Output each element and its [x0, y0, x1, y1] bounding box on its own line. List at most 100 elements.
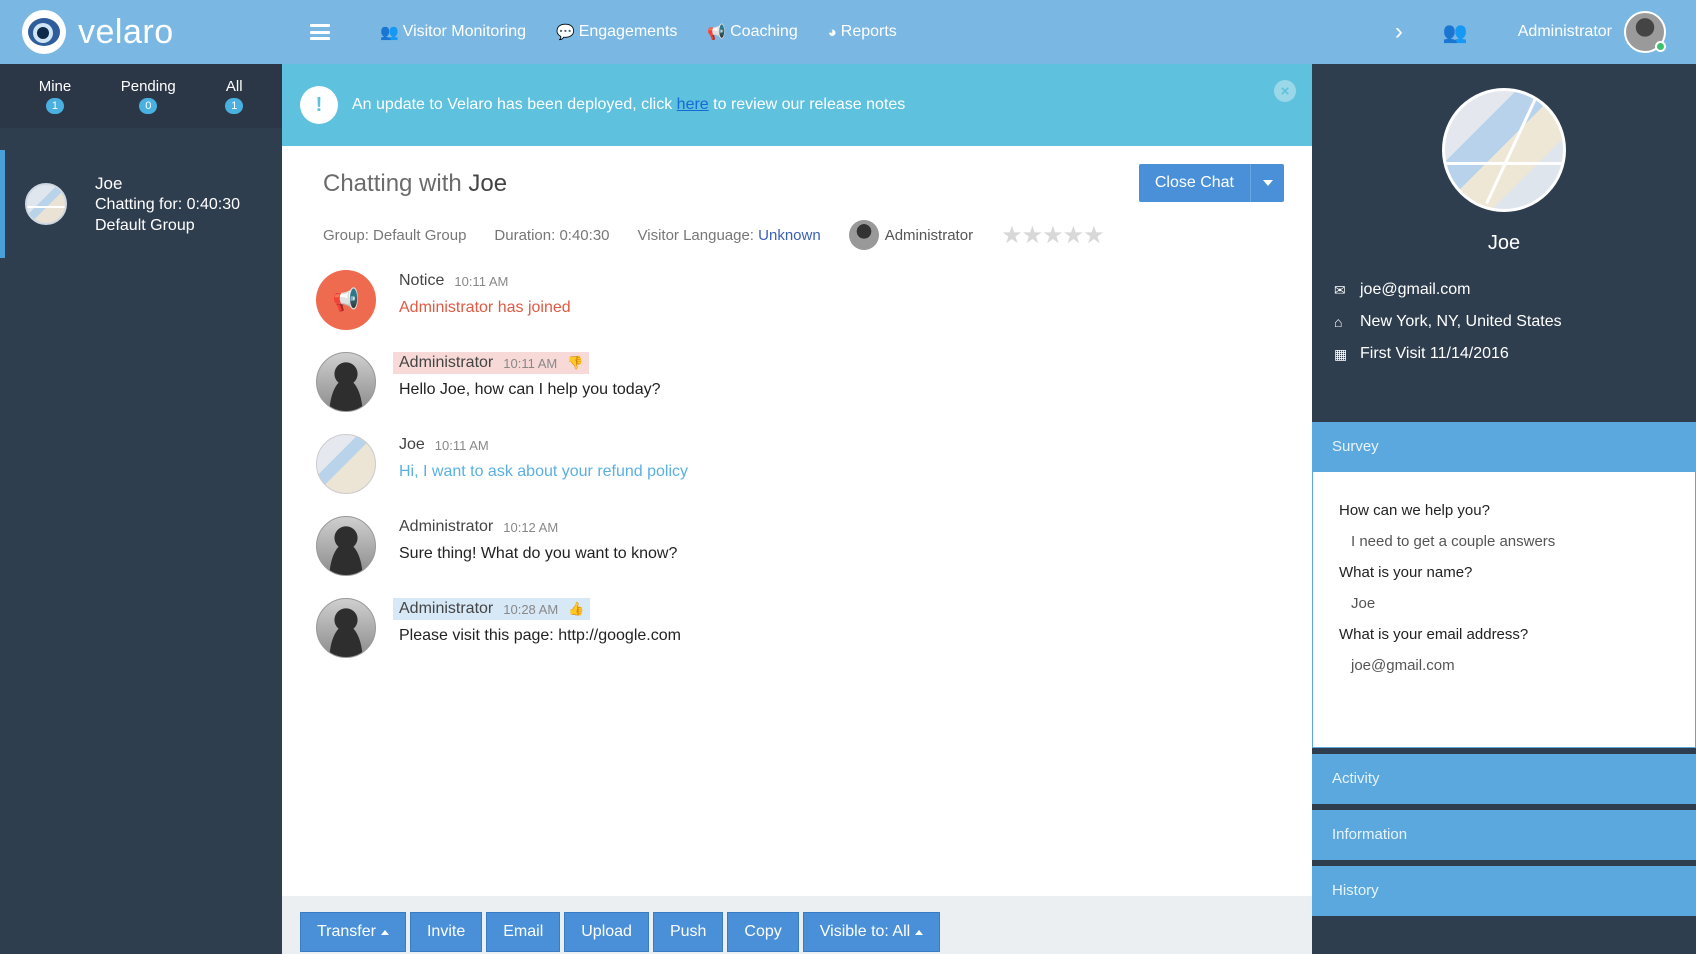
- message-body: Administrator 10:11 AM 👎 Hello Joe, how …: [393, 352, 661, 412]
- thumbs-down-icon[interactable]: 👎: [567, 355, 583, 371]
- title-visitor: Joe: [468, 170, 508, 197]
- megaphone-icon: 📢: [316, 270, 376, 330]
- message-author: Notice: [399, 272, 445, 289]
- thumbs-up-icon[interactable]: 👍: [568, 601, 584, 617]
- nav-label: Engagements: [578, 23, 678, 40]
- chat-duration-info: Duration: 0:40:30: [494, 226, 610, 244]
- chat-filters: Mine 1 Pending 0 All 1: [0, 64, 282, 128]
- visibility-button[interactable]: Visible to: All: [802, 912, 941, 952]
- transfer-button[interactable]: Transfer: [300, 912, 406, 952]
- count-badge: 0: [139, 98, 158, 114]
- chat-group-info: Group: Default Group: [323, 226, 467, 244]
- visitor-map-avatar: [25, 183, 67, 225]
- menu-icon[interactable]: [310, 24, 330, 40]
- envelope-icon: ✉: [1334, 281, 1346, 298]
- language-label: Visitor Language:: [637, 226, 759, 244]
- filter-mine[interactable]: Mine 1: [38, 78, 72, 114]
- users-icon: 👥: [380, 24, 399, 41]
- close-chat-button[interactable]: Close Chat: [1139, 164, 1250, 202]
- message-time: 10:11 AM: [434, 437, 489, 453]
- nav-visitor-monitoring[interactable]: 👥 Visitor Monitoring: [380, 23, 526, 41]
- visitor-info: ✉ joe@gmail.com ⌂ New York, NY, United Sta…: [1312, 255, 1696, 363]
- close-chat-dropdown[interactable]: [1250, 164, 1284, 202]
- update-banner: ! An update to Velaro has been deployed,…: [282, 64, 1312, 146]
- nav-label: Coaching: [730, 23, 798, 40]
- button-label: Visible to: All: [819, 923, 911, 940]
- message-time: 10:28 AM: [503, 601, 559, 617]
- megaphone-icon: 📢: [707, 24, 727, 41]
- chat-list-item[interactable]: Joe Chatting for: 0:40:30 Default Group: [0, 150, 282, 258]
- visitor-map-avatar: [316, 434, 376, 494]
- app: velaro 👥 Visitor Monitoring 💬 Engagement…: [0, 0, 1696, 954]
- agent-avatar: [848, 220, 879, 250]
- message-list: 📢 Notice 10:11 AM Administrator has join…: [282, 250, 1312, 658]
- filter-all[interactable]: All 1: [225, 78, 244, 114]
- page-title: Chatting with Joe: [323, 170, 1272, 198]
- history-section-header[interactable]: History: [1312, 866, 1696, 916]
- chat-bubble-icon: 💬: [556, 24, 575, 41]
- survey-section-header[interactable]: Survey: [1312, 422, 1696, 472]
- nav-label: Reports: [840, 23, 897, 40]
- velaro-logo-icon: [22, 10, 66, 54]
- message-text: Administrator has joined: [399, 299, 571, 316]
- email-button[interactable]: Email: [486, 912, 561, 952]
- nav-label: Visitor Monitoring: [402, 23, 526, 40]
- copy-button[interactable]: Copy: [727, 912, 799, 952]
- visitor-first-visit: First Visit 11/14/2016: [1360, 345, 1509, 362]
- survey-question: What is your email address?: [1339, 626, 1529, 643]
- message-body: Notice 10:11 AM Administrator has joined: [399, 270, 571, 330]
- nav-engagements[interactable]: 💬 Engagements: [556, 23, 677, 41]
- message: Administrator 10:12 AM Sure thing! What …: [316, 516, 1312, 576]
- visitor-name: Joe: [1487, 232, 1521, 254]
- top-right: › 👥 Administrator: [1395, 11, 1696, 53]
- nav-reports[interactable]: ◕ Reports: [828, 23, 897, 41]
- push-button[interactable]: Push: [652, 912, 724, 952]
- message-body: Joe 10:11 AM Hi, I want to ask about you…: [399, 434, 688, 494]
- release-notes-link[interactable]: here: [677, 96, 709, 113]
- nav-coaching[interactable]: 📢 Coaching: [707, 23, 797, 41]
- chevron-right-icon[interactable]: ›: [1395, 18, 1403, 46]
- rating-stars[interactable]: ★★★★★: [1001, 221, 1105, 250]
- filter-label: Pending: [120, 78, 176, 95]
- chat-info: Joe Chatting for: 0:40:30 Default Group: [95, 173, 240, 236]
- banner-text: An update to Velaro has been deployed, c…: [352, 96, 905, 114]
- filter-label: Mine: [38, 78, 72, 95]
- user-name[interactable]: Administrator: [1518, 23, 1612, 41]
- survey-question: How can we help you?: [1339, 502, 1490, 519]
- message-text: Hi, I want to ask about your refund poli…: [399, 463, 689, 480]
- close-chat-button-group: Close Chat: [1138, 164, 1284, 202]
- avatar[interactable]: [1624, 11, 1666, 53]
- filter-label: All: [225, 78, 243, 95]
- visitor-profile: Joe: [1312, 64, 1696, 255]
- avatar: [316, 516, 376, 576]
- visitor-email[interactable]: joe@gmail.com: [1360, 281, 1471, 299]
- online-status-icon: [1655, 41, 1666, 52]
- team-icon[interactable]: 👥: [1443, 20, 1468, 45]
- survey-answer: joe@gmail.com: [1351, 657, 1455, 674]
- information-section-header[interactable]: Information: [1312, 810, 1696, 860]
- caret-up-icon: [915, 929, 924, 935]
- message-body: Administrator 10:28 AM 👍 Please visit th…: [393, 598, 681, 658]
- visitor-language: Visitor Language: Unknown: [638, 227, 821, 244]
- message-header: Notice 10:11 AM: [393, 270, 514, 292]
- visitor-email-row: ✉ joe@gmail.com: [1334, 281, 1696, 299]
- message-time: 10:11 AM: [503, 355, 558, 371]
- avatar: [316, 352, 376, 412]
- message-author: Administrator: [399, 354, 494, 371]
- survey-answer: I need to get a couple answers: [1351, 533, 1556, 550]
- invite-button[interactable]: Invite: [409, 912, 483, 952]
- agent-name: Administrator: [884, 226, 974, 244]
- close-icon[interactable]: ×: [1274, 80, 1296, 102]
- activity-section-header[interactable]: Activity: [1312, 754, 1696, 804]
- visitor-location: New York, NY, United States: [1360, 313, 1562, 330]
- message-author: Administrator: [399, 600, 494, 617]
- chat-meta: Group: Default Group Duration: 0:40:30 V…: [323, 220, 1272, 250]
- language-value[interactable]: Unknown: [758, 227, 821, 244]
- message-time: 10:11 AM: [454, 273, 509, 289]
- upload-button[interactable]: Upload: [564, 912, 649, 952]
- avatar: [316, 598, 376, 658]
- chat-duration: Chatting for: 0:40:30: [95, 195, 240, 213]
- filter-pending[interactable]: Pending 0: [121, 78, 176, 114]
- logo[interactable]: velaro: [0, 10, 280, 54]
- visitor-details-panel: Joe ✉ joe@gmail.com ⌂ New York, NY, United…: [1312, 64, 1696, 954]
